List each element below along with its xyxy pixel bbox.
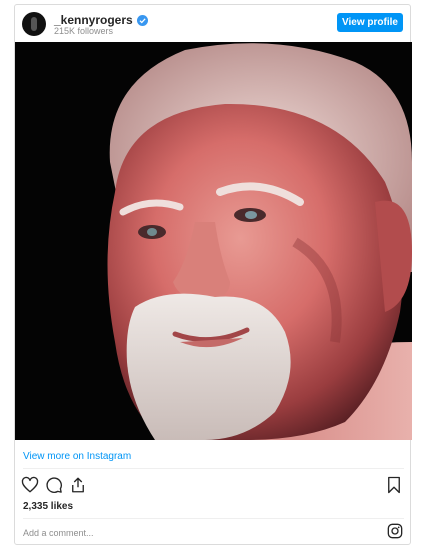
instagram-embed-card: _kennyrogers 215K followers View profile [14, 4, 412, 545]
divider [23, 468, 404, 469]
heart-icon[interactable] [21, 476, 39, 494]
action-bar [21, 476, 87, 494]
verified-badge-icon [136, 14, 148, 26]
post-header: _kennyrogers 215K followers View profile [15, 5, 410, 42]
username-row: _kennyrogers [54, 13, 148, 27]
instagram-logo-icon[interactable] [387, 523, 403, 539]
comment-bubble-icon[interactable] [45, 476, 63, 494]
like-count: 2,335 likes [23, 501, 74, 512]
view-profile-button[interactable]: View profile [337, 13, 403, 32]
share-icon[interactable] [69, 476, 87, 494]
avatar-figure [31, 17, 37, 31]
view-more-link[interactable]: View more on Instagram [23, 451, 131, 462]
comment-input[interactable] [23, 525, 363, 541]
bookmark-icon[interactable] [385, 476, 403, 494]
follower-count: 215K followers [54, 26, 114, 36]
portrait-image [15, 42, 412, 440]
username-link[interactable]: _kennyrogers [54, 13, 133, 27]
divider [23, 518, 404, 519]
post-photo[interactable] [15, 42, 412, 440]
avatar[interactable] [22, 12, 46, 36]
